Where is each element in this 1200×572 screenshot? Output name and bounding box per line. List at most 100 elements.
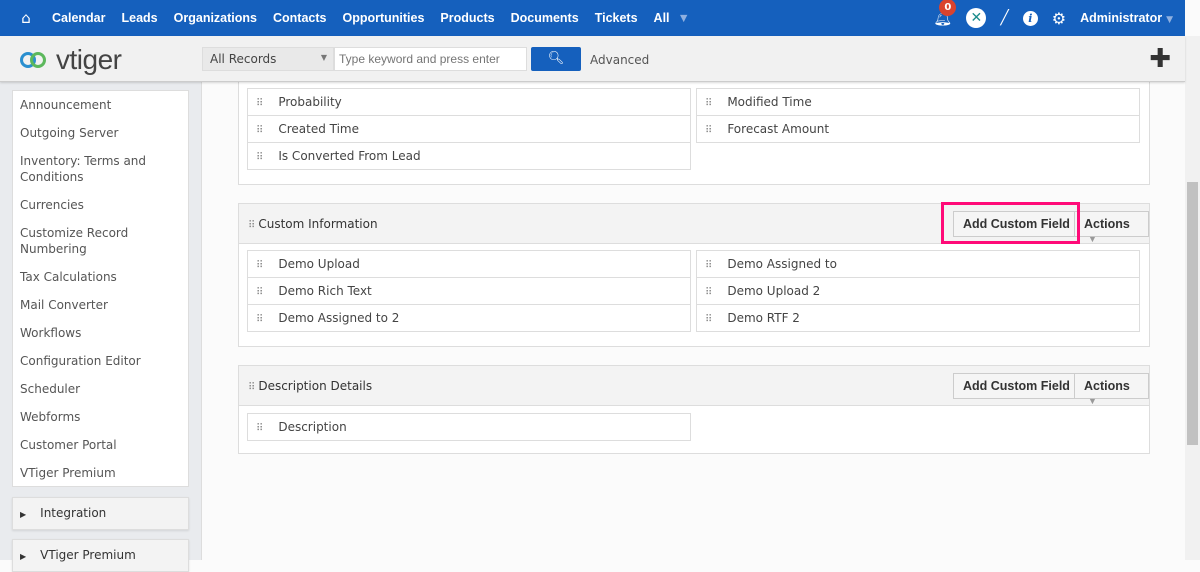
field-label: Demo RTF 2: [727, 311, 800, 325]
drag-handle-icon[interactable]: ⠿: [705, 287, 712, 298]
home-icon[interactable]: ⌂: [18, 9, 34, 27]
sidebar-item-customize-record-numbering[interactable]: Customize Record Numbering: [20, 225, 180, 257]
field-row[interactable]: ⠿ Created Time: [247, 115, 691, 143]
sidebar-item-inventory-terms[interactable]: Inventory: Terms and Conditions: [20, 153, 180, 185]
field-label: Demo Assigned to 2: [278, 311, 400, 325]
field-row[interactable]: ⠿ Demo Assigned to 2: [247, 304, 691, 332]
drag-handle-icon[interactable]: ⠿: [705, 98, 712, 109]
gear-icon[interactable]: ⚙: [1052, 9, 1066, 28]
drag-handle-icon[interactable]: ⠿: [256, 260, 263, 271]
group-label: Integration: [40, 506, 107, 520]
nav-organizations[interactable]: Organizations: [174, 11, 257, 25]
plus-icon[interactable]: ✚: [1149, 44, 1171, 74]
field-label: Demo Rich Text: [278, 284, 372, 298]
drag-handle-icon[interactable]: ⠿: [256, 287, 263, 298]
sidebar-item-workflows[interactable]: Workflows: [20, 325, 180, 341]
brush-icon[interactable]: ╱: [1000, 10, 1008, 26]
search-button[interactable]: 🔍︎: [531, 47, 581, 71]
sidebar-item-webforms[interactable]: Webforms: [20, 409, 180, 425]
sidebar-item-scheduler[interactable]: Scheduler: [20, 381, 180, 397]
sidebar-item-currencies[interactable]: Currencies: [20, 197, 180, 213]
nav-documents[interactable]: Documents: [511, 11, 579, 25]
field-row[interactable]: ⠿ Demo Upload: [247, 250, 691, 278]
chevron-down-icon: ▼: [1088, 234, 1097, 244]
record-filter-select[interactable]: All Records ▼: [202, 47, 334, 71]
scrollbar[interactable]: [1185, 36, 1200, 560]
field-row[interactable]: ⠿ Forecast Amount: [696, 115, 1140, 143]
field-label: Created Time: [278, 122, 359, 136]
sidebar-group-vtiger-premium[interactable]: ▶ VTiger Premium: [12, 539, 189, 572]
logo-mark-icon: [18, 48, 54, 72]
dropdown-arrow-icon: ▼: [320, 53, 327, 62]
scrollbar-thumb[interactable]: [1187, 182, 1198, 445]
actions-button[interactable]: Actions ▼: [1074, 373, 1149, 406]
sidebar-item-announcement[interactable]: Announcement: [20, 97, 180, 113]
add-custom-field-button[interactable]: Add Custom Field: [953, 373, 1080, 399]
sidebar-item-customer-portal[interactable]: Customer Portal: [20, 437, 180, 453]
field-row[interactable]: ⠿ Modified Time: [696, 88, 1140, 116]
chevron-down-icon: ▼: [1166, 15, 1173, 25]
sidebar-item-mail-converter[interactable]: Mail Converter: [20, 297, 180, 313]
search-icon: 🔍︎: [547, 51, 565, 66]
drag-handle-icon[interactable]: ⠿: [705, 314, 712, 325]
sidebar-group-integration[interactable]: ▶ Integration: [12, 497, 189, 530]
field-row[interactable]: ⠿ Probability: [247, 88, 691, 116]
caret-right-icon: ▶: [20, 510, 27, 519]
block-description-details: ⠿ Description Details Add Custom Field Ac…: [238, 365, 1150, 454]
actions-button[interactable]: Actions ▼: [1074, 211, 1149, 244]
field-label: Demo Assigned to: [727, 257, 837, 271]
nav-all-label: All: [653, 11, 670, 25]
field-label: Is Converted From Lead: [278, 149, 421, 163]
nav-tickets[interactable]: Tickets: [595, 11, 638, 25]
drag-handle-icon[interactable]: ⠿: [248, 382, 255, 393]
highlight-box: [941, 202, 1080, 244]
nav-all[interactable]: All ▼: [654, 11, 698, 25]
drag-handle-icon[interactable]: ⠿: [705, 125, 712, 136]
sidebar-item-vtiger-premium[interactable]: VTiger Premium: [20, 465, 180, 481]
sidebar-item-tax-calculations[interactable]: Tax Calculations: [20, 269, 180, 285]
sidebar-item-outgoing-server[interactable]: Outgoing Server: [20, 125, 180, 141]
sidebar-item-configuration-editor[interactable]: Configuration Editor: [20, 353, 180, 369]
drag-handle-icon[interactable]: ⠿: [256, 98, 263, 109]
bell-icon[interactable]: 🔔︎ 0: [933, 0, 957, 27]
user-name: Administrator: [1080, 11, 1163, 25]
field-row[interactable]: ⠿ Demo Upload 2: [696, 277, 1140, 305]
block-header: ⠿ Description Details Add Custom Field Ac…: [239, 366, 1149, 406]
nav-contacts[interactable]: Contacts: [273, 11, 326, 25]
chevron-down-icon: ▼: [677, 11, 690, 25]
block-title: Custom Information: [258, 217, 378, 231]
advanced-search-link[interactable]: Advanced: [590, 53, 649, 67]
field-label: Forecast Amount: [727, 122, 830, 136]
logo-text: vtiger: [56, 44, 122, 75]
block-opportunity-details: ⠿ Probability ⠿ Created Time ⠿ Is Converted…: [238, 70, 1150, 185]
nav-opportunities[interactable]: Opportunities: [342, 11, 424, 25]
drag-handle-icon[interactable]: ⠿: [256, 125, 263, 136]
drag-handle-icon[interactable]: ⠿: [256, 314, 263, 325]
sidebar-panel: Announcement Outgoing Server Inventory: …: [12, 90, 189, 487]
nav-leads[interactable]: Leads: [122, 11, 158, 25]
record-filter-value: All Records: [210, 52, 277, 66]
nav-calendar[interactable]: Calendar: [52, 11, 106, 25]
app-switcher-icon[interactable]: ✕: [966, 8, 987, 28]
nav-products[interactable]: Products: [440, 11, 494, 25]
field-row[interactable]: ⠿ Is Converted From Lead: [247, 142, 691, 170]
info-icon[interactable]: i: [1022, 10, 1038, 26]
user-menu[interactable]: Administrator ▼: [1080, 11, 1173, 25]
field-row[interactable]: ⠿ Demo Rich Text: [247, 277, 691, 305]
block-title: Description Details: [258, 379, 373, 393]
field-row[interactable]: ⠿ Demo Assigned to: [696, 250, 1140, 278]
drag-handle-icon[interactable]: ⠿: [248, 220, 255, 231]
search-input[interactable]: [334, 47, 527, 71]
vtiger-logo[interactable]: vtiger: [18, 44, 122, 76]
field-label: Modified Time: [727, 95, 812, 109]
drag-handle-icon[interactable]: ⠿: [256, 423, 263, 434]
field-row[interactable]: ⠿ Demo RTF 2: [696, 304, 1140, 332]
drag-handle-icon[interactable]: ⠿: [256, 152, 263, 163]
drag-handle-icon[interactable]: ⠿: [705, 260, 712, 271]
field-row[interactable]: ⠿ Description: [247, 413, 691, 441]
field-label: Description: [278, 420, 347, 434]
field-label: Demo Upload: [278, 257, 360, 271]
header: vtiger All Records ▼ 🔍︎ Advanced ✚: [0, 36, 1185, 82]
field-label: Probability: [278, 95, 342, 109]
actions-label: Actions: [1084, 217, 1130, 231]
